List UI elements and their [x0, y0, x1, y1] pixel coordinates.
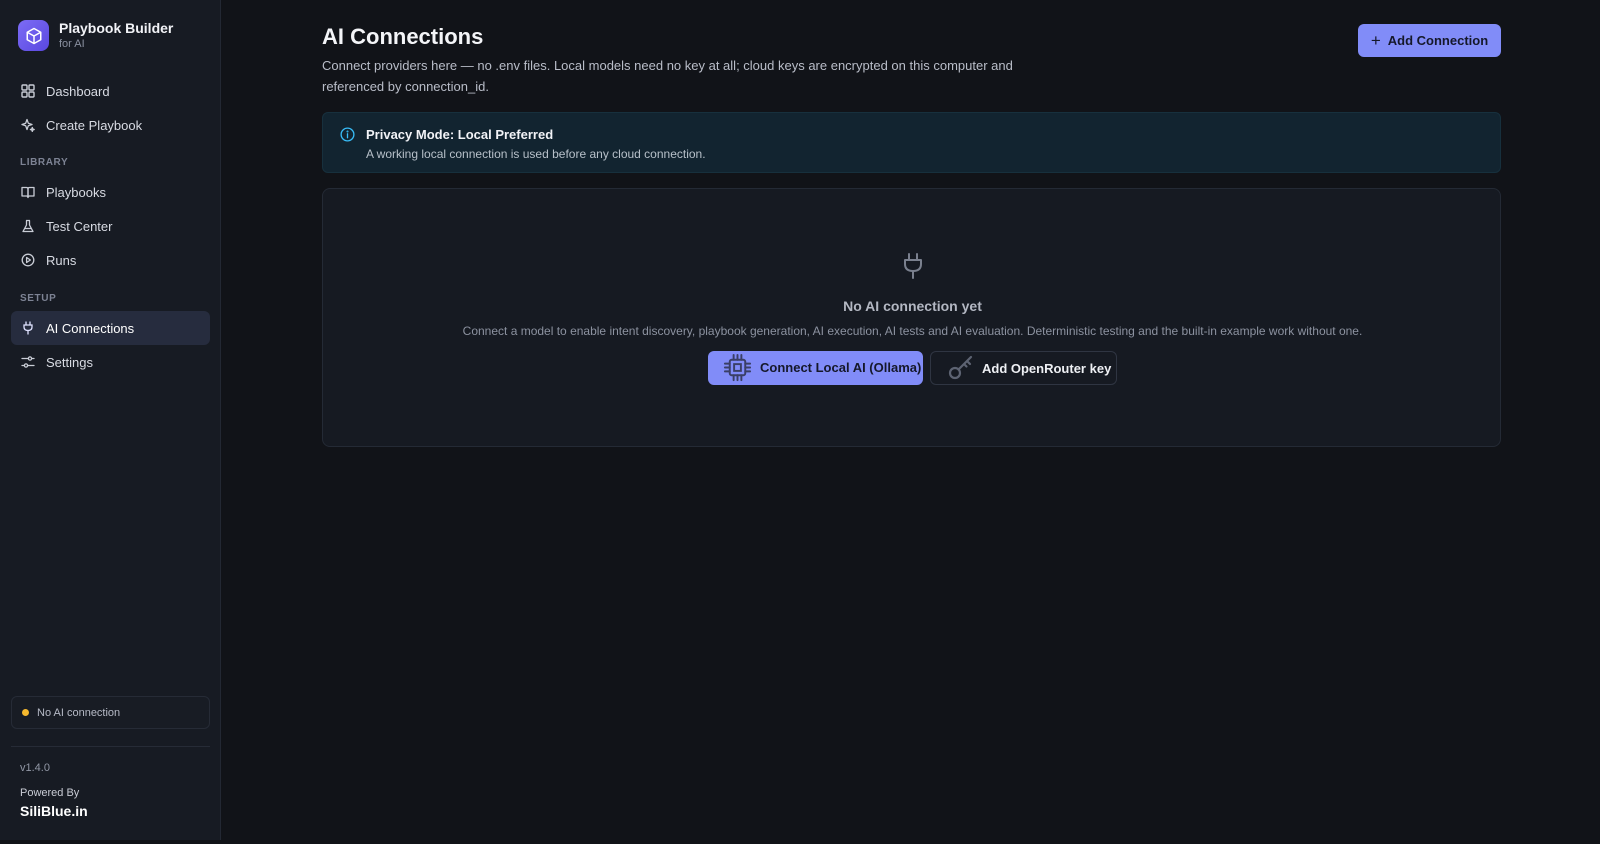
divider — [11, 746, 210, 747]
brand[interactable]: Playbook Builder for AI — [18, 20, 173, 51]
section-label-library: LIBRARY — [20, 157, 69, 168]
company-link[interactable]: SiliBlue.in — [20, 803, 88, 819]
banner-text: A working local connection is used befor… — [366, 147, 706, 161]
sparkle-icon — [21, 118, 35, 132]
sidebar-item-playbooks[interactable]: Playbooks — [11, 175, 210, 209]
cube-logo-icon — [18, 20, 49, 51]
plus-icon: + — [1370, 31, 1381, 50]
sidebar-item-label: Runs — [46, 252, 77, 268]
connection-status: No AI connection — [11, 696, 210, 729]
sidebar: Playbook Builder for AI Dashboard Create… — [0, 0, 221, 840]
flask-icon — [21, 219, 35, 233]
connect-local-ai-button[interactable]: Connect Local AI (Ollama) — [708, 351, 923, 385]
add-connection-label: Add Connection — [1387, 33, 1489, 48]
plug-icon — [904, 253, 922, 279]
section-label-setup: SETUP — [20, 293, 57, 304]
book-icon — [21, 185, 35, 199]
add-openrouter-key-button[interactable]: Add OpenRouter key — [930, 351, 1117, 385]
info-icon — [340, 127, 355, 142]
status-dot — [22, 709, 29, 716]
sidebar-item-label: Test Center — [46, 218, 113, 234]
version-label: v1.4.0 — [20, 762, 50, 774]
empty-state-text: Connect a model to enable intent discove… — [462, 324, 1363, 338]
powered-by-label: Powered By — [20, 787, 80, 799]
connect-local-ai-label: Connect Local AI (Ollama) — [760, 360, 922, 375]
chip-icon — [723, 353, 752, 382]
sidebar-item-label: AI Connections — [46, 320, 135, 336]
play-circle-icon — [21, 253, 35, 267]
sidebar-item-settings[interactable]: Settings — [11, 345, 210, 379]
sliders-icon — [21, 355, 35, 369]
sidebar-item-ai-connections[interactable]: AI Connections — [11, 311, 210, 345]
brand-subtitle: for AI — [59, 38, 85, 50]
add-openrouter-key-label: Add OpenRouter key — [982, 361, 1112, 376]
sidebar-item-create-playbook[interactable]: Create Playbook — [11, 108, 210, 142]
plug-icon — [21, 321, 35, 335]
sidebar-item-label: Playbooks — [46, 184, 106, 200]
sidebar-item-runs[interactable]: Runs — [11, 243, 210, 277]
sidebar-item-dashboard[interactable]: Dashboard — [11, 74, 210, 108]
sidebar-item-label: Settings — [46, 354, 93, 370]
sidebar-item-label: Create Playbook — [46, 117, 143, 133]
sidebar-item-label: Dashboard — [46, 83, 110, 99]
sidebar-item-test-center[interactable]: Test Center — [11, 209, 210, 243]
key-icon — [948, 355, 973, 380]
page-title: AI Connections — [322, 24, 484, 49]
banner-title: Privacy Mode: Local Preferred — [366, 127, 554, 142]
connection-status-text: No AI connection — [37, 706, 121, 719]
brand-title: Playbook Builder — [59, 20, 174, 36]
empty-state-card: No AI connection yet Connect a model to … — [322, 188, 1501, 447]
grid-icon — [21, 84, 35, 98]
add-connection-button[interactable]: + Add Connection — [1358, 24, 1501, 57]
privacy-mode-banner: Privacy Mode: Local Preferred A working … — [322, 112, 1501, 173]
page-description: Connect providers here — no .env files. … — [322, 58, 1013, 94]
empty-state-title: No AI connection yet — [843, 298, 982, 314]
